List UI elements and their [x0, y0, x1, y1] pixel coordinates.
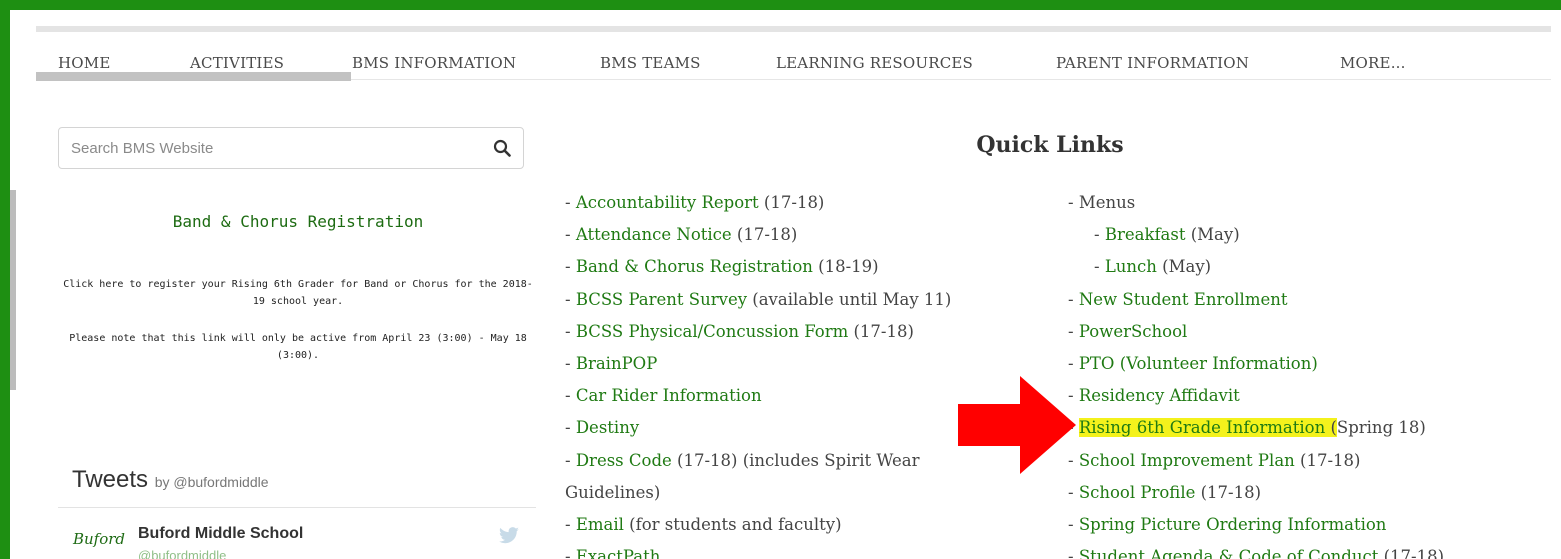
list-item: - Residency Affidavit [1068, 386, 1240, 406]
link-lunch[interactable]: Lunch [1105, 257, 1157, 276]
nav-active-underline [36, 72, 351, 81]
red-arrow-icon [958, 376, 1076, 474]
band-chorus-note: Please note that this link will only be … [69, 333, 527, 361]
list-item: - School Improvement Plan (17-18) [1068, 450, 1361, 470]
list-item: - New Student Enrollment [1068, 289, 1288, 309]
link-pto[interactable]: PTO (Volunteer Information) [1079, 354, 1318, 373]
tweets-title: Tweets [72, 466, 149, 493]
quick-links-title: Quick Links [976, 132, 1124, 158]
link-dress-code[interactable]: Dress Code [576, 451, 672, 470]
search-box [58, 127, 524, 169]
tweet-author-name[interactable]: Buford Middle School [138, 525, 303, 543]
list-item: - Spring Picture Ordering Information [1068, 514, 1387, 534]
list-item: - BCSS Physical/Concussion Form (17-18) [565, 321, 914, 341]
nav-more[interactable]: MORE... [1340, 54, 1406, 72]
link-car-rider-information[interactable]: Car Rider Information [576, 386, 762, 405]
link-exactpath[interactable]: ExactPath [576, 547, 661, 559]
list-item: - Attendance Notice (17-18) [565, 225, 798, 245]
link-breakfast[interactable]: Breakfast [1105, 225, 1186, 244]
nav-activities[interactable]: ACTIVITIES [190, 54, 284, 72]
highlight: Rising 6th Grade Information ( [1078, 418, 1337, 438]
link-powerschool[interactable]: PowerSchool [1079, 322, 1187, 341]
list-item: - ExactPath [565, 541, 1035, 559]
nav-bms-teams[interactable]: BMS TEAMS [600, 54, 701, 72]
link-brainpop[interactable]: BrainPOP [576, 354, 658, 373]
link-bcss-physical-form[interactable]: BCSS Physical/Concussion Form [576, 322, 848, 341]
list-item: - Student Agenda & Code of Conduct (17-1… [1068, 541, 1548, 559]
link-attendance-notice[interactable]: Attendance Notice [576, 225, 732, 244]
nav-learning-resources[interactable]: LEARNING RESOURCES [776, 54, 973, 72]
avatar[interactable]: Buford [73, 530, 125, 554]
quick-links-column-1: - Accountability Report (17-18) - Attend… [565, 187, 1035, 559]
tweet-author-handle[interactable]: @bufordmiddle [138, 548, 226, 559]
link-residency-affidavit[interactable]: Residency Affidavit [1079, 386, 1240, 405]
list-item: - Breakfast (May) [1094, 225, 1240, 245]
list-item: - Email (for students and faculty) [565, 514, 842, 534]
link-bcss-parent-survey[interactable]: BCSS Parent Survey [576, 290, 747, 309]
link-spring-picture-ordering[interactable]: Spring Picture Ordering Information [1079, 515, 1387, 534]
link-email[interactable]: Email [576, 515, 624, 534]
nav-home[interactable]: HOME [58, 54, 111, 72]
menus-label: - Menus [1068, 193, 1136, 212]
link-school-profile[interactable]: School Profile [1079, 483, 1196, 502]
link-destiny[interactable]: Destiny [576, 418, 639, 437]
link-rising-6th-grade-information[interactable]: Rising 6th Grade Information [1079, 418, 1325, 437]
list-item: - Band & Chorus Registration (18-19) [565, 257, 879, 277]
list-item: - BCSS Parent Survey (available until Ma… [565, 289, 952, 309]
link-student-agenda[interactable]: Student Agenda & Code of Conduct [1079, 547, 1379, 559]
tweets-divider [58, 507, 536, 508]
quick-links-column-2: - Menus - Breakfast (May) - Lunch (May) … [1068, 187, 1548, 559]
list-item: - PTO (Volunteer Information) [1068, 353, 1318, 373]
tweets-heading: Tweets by @bufordmiddle [72, 466, 269, 494]
search-icon[interactable] [493, 139, 511, 157]
list-item-highlighted: - Rising 6th Grade Information (Spring 1… [1068, 418, 1426, 438]
link-band-chorus-registration[interactable]: Band & Chorus Registration [576, 257, 813, 276]
nav-parent-information[interactable]: PARENT INFORMATION [1056, 54, 1249, 72]
link-school-improvement-plan[interactable]: School Improvement Plan [1079, 451, 1295, 470]
list-item-continuation: Guidelines) [565, 482, 661, 502]
left-edge-shadow [10, 190, 16, 390]
tweets-by[interactable]: by @bufordmiddle [155, 474, 269, 490]
list-item: - Lunch (May) [1094, 257, 1212, 277]
twitter-bird-icon[interactable] [498, 527, 520, 545]
band-chorus-text: Click here to register your Rising 6th G… [63, 279, 533, 307]
band-chorus-title[interactable]: Band & Chorus Registration [58, 212, 538, 231]
link-accountability-report[interactable]: Accountability Report [576, 193, 759, 212]
list-item: - PowerSchool [1068, 321, 1188, 341]
nav-bms-information[interactable]: BMS INFORMATION [352, 54, 516, 72]
list-item: - School Profile (17-18) [1068, 482, 1262, 502]
page-frame: HOME ACTIVITIES BMS INFORMATION BMS TEAM… [10, 10, 1561, 559]
search-input[interactable] [71, 128, 471, 168]
link-new-student-enrollment[interactable]: New Student Enrollment [1079, 290, 1288, 309]
list-item: - Accountability Report (17-18) [565, 193, 825, 212]
